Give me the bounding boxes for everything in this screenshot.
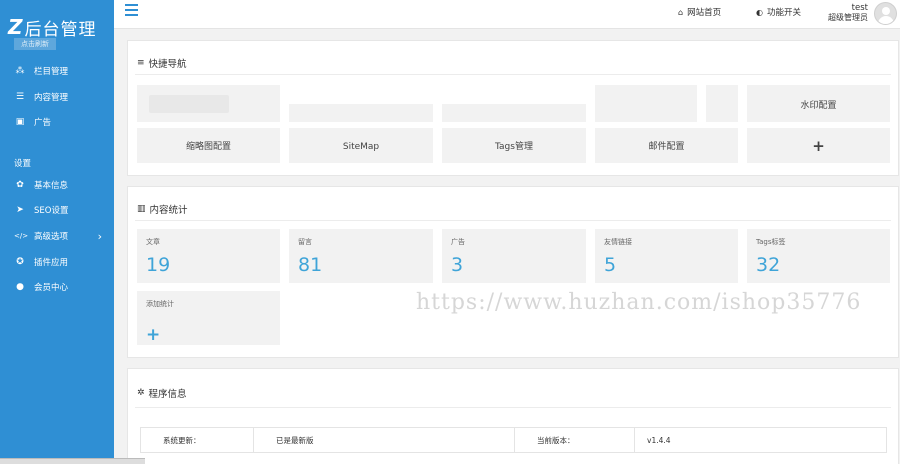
- user-name: test: [851, 3, 868, 13]
- sidebar-item-label: 高级选项: [34, 232, 69, 242]
- plugin-icon: ✪: [16, 257, 24, 267]
- sidebar-item-basic-info[interactable]: ✿ 基本信息: [0, 174, 114, 196]
- logo-mark: Z: [8, 15, 23, 39]
- sidebar-item-label: SEO设置: [34, 206, 69, 216]
- user-icon: ●: [16, 282, 24, 292]
- gear-icon: ✿: [16, 180, 24, 190]
- sidebar-item-advanced[interactable]: </> 高级选项 ›: [0, 225, 114, 247]
- quick-nav-tile[interactable]: [442, 104, 586, 122]
- send-icon: ➤: [16, 205, 24, 215]
- sidebar-item-content[interactable]: ☰ 内容管理: [0, 86, 114, 108]
- stat-card-articles[interactable]: 文章 19: [137, 229, 280, 283]
- sidebar-item-label: 基本信息: [34, 181, 69, 191]
- sidebar-item-label: 会员中心: [34, 283, 69, 293]
- quick-nav-title: ≡ 快捷导航: [137, 58, 187, 70]
- plus-icon: +: [146, 325, 161, 345]
- table-row: 系统更新： 已是最新版 当前版本： v1.4.4: [140, 427, 887, 453]
- feature-toggle-label: 功能开关: [766, 8, 801, 18]
- sidebar-item-ads[interactable]: ▣ 广告: [0, 111, 114, 133]
- sidebar-item-seo[interactable]: ➤ SEO设置: [0, 199, 114, 221]
- table-cell: 当前版本：: [514, 427, 635, 453]
- content-stats-title: ▥ 内容统计: [137, 204, 188, 216]
- quick-nav-tile-mail[interactable]: 邮件配置: [595, 128, 738, 163]
- user-info[interactable]: test 超级管理员: [828, 3, 868, 23]
- cog-icon: ✲: [137, 388, 145, 398]
- stat-card-messages[interactable]: 留言 81: [289, 229, 433, 283]
- sidebar-item-plugins[interactable]: ✪ 插件应用: [0, 251, 114, 273]
- quick-nav-tile[interactable]: [595, 85, 697, 122]
- bar-chart-icon: ▥: [137, 204, 146, 214]
- content-stats-panel: ▥ 内容统计 文章 19 留言 81 广告 3 友情链接 5 Tags标签 32…: [127, 186, 899, 358]
- sidebar-item-label: 插件应用: [34, 258, 69, 268]
- home-icon: ⌂: [678, 7, 684, 17]
- toggle-icon: ◐: [756, 7, 763, 17]
- status-bar: [0, 458, 145, 464]
- plus-icon: +: [812, 136, 825, 155]
- logo-title: 后台管理: [24, 19, 97, 40]
- quick-nav-tile-sitemap[interactable]: SiteMap: [289, 128, 433, 163]
- quick-nav-tile[interactable]: [289, 104, 433, 122]
- quick-nav-tile-watermark[interactable]: 水印配置: [747, 85, 890, 122]
- refresh-button[interactable]: 点击刷新: [14, 38, 56, 50]
- feature-toggle-link[interactable]: ◐ 功能开关: [756, 6, 801, 19]
- program-info-title: ✲ 程序信息: [137, 388, 187, 400]
- watermark: https://www.huzhan.com/ishop35776: [416, 290, 862, 315]
- quick-nav-tile-thumbnail[interactable]: 缩略图配置: [137, 128, 280, 163]
- stat-card-ads[interactable]: 广告 3: [442, 229, 586, 283]
- sidebar-item-label: 内容管理: [34, 93, 69, 103]
- add-stat-button[interactable]: 添加统计 +: [137, 291, 280, 345]
- topbar: ⌂ 网站首页 ◐ 功能开关 test 超级管理员: [114, 0, 900, 29]
- sidebar-item-columns[interactable]: ⁂ 栏目管理: [0, 60, 114, 82]
- sidebar-item-label: 广告: [34, 118, 52, 128]
- chevron-right-icon: ›: [97, 229, 102, 243]
- sidebar: Z 后台管理 点击刷新 ⁂ 栏目管理 ☰ 内容管理 ▣ 广告 设置 ✿ 基本信息…: [0, 0, 114, 464]
- sitemap-icon: ⁂: [15, 66, 25, 76]
- sidebar-section-settings: 设置: [14, 159, 32, 169]
- quick-nav-tile[interactable]: [137, 85, 280, 122]
- table-cell: 已是最新版: [253, 427, 515, 453]
- quick-nav-panel: ≡ 快捷导航 水印配置 缩略图配置 SiteMap Tags管理 邮件配置 +: [127, 40, 899, 176]
- quick-nav-tile[interactable]: [706, 85, 738, 122]
- code-icon: </>: [14, 232, 29, 240]
- stat-card-links[interactable]: 友情链接 5: [595, 229, 738, 283]
- table-cell: v1.4.4: [634, 427, 887, 453]
- quick-nav-add-button[interactable]: +: [747, 128, 890, 163]
- hamburger-menu-icon[interactable]: [125, 4, 138, 16]
- logo[interactable]: Z 后台管理: [8, 14, 97, 40]
- sidebar-item-label: 栏目管理: [34, 67, 69, 77]
- table-cell: 系统更新：: [140, 427, 254, 453]
- stat-card-tags[interactable]: Tags标签 32: [747, 229, 890, 283]
- home-link-label: 网站首页: [687, 8, 722, 18]
- menu-icon: ≡: [137, 58, 145, 68]
- sidebar-item-members[interactable]: ● 会员中心: [0, 276, 114, 298]
- program-info-table: 系统更新： 已是最新版 当前版本： v1.4.4: [140, 427, 887, 453]
- avatar[interactable]: [874, 2, 897, 25]
- home-link[interactable]: ⌂ 网站首页: [678, 6, 722, 19]
- user-role: 超级管理员: [828, 13, 868, 22]
- quick-nav-tile-tags[interactable]: Tags管理: [442, 128, 586, 163]
- image-icon: ▣: [15, 117, 25, 127]
- list-icon: ☰: [15, 92, 25, 102]
